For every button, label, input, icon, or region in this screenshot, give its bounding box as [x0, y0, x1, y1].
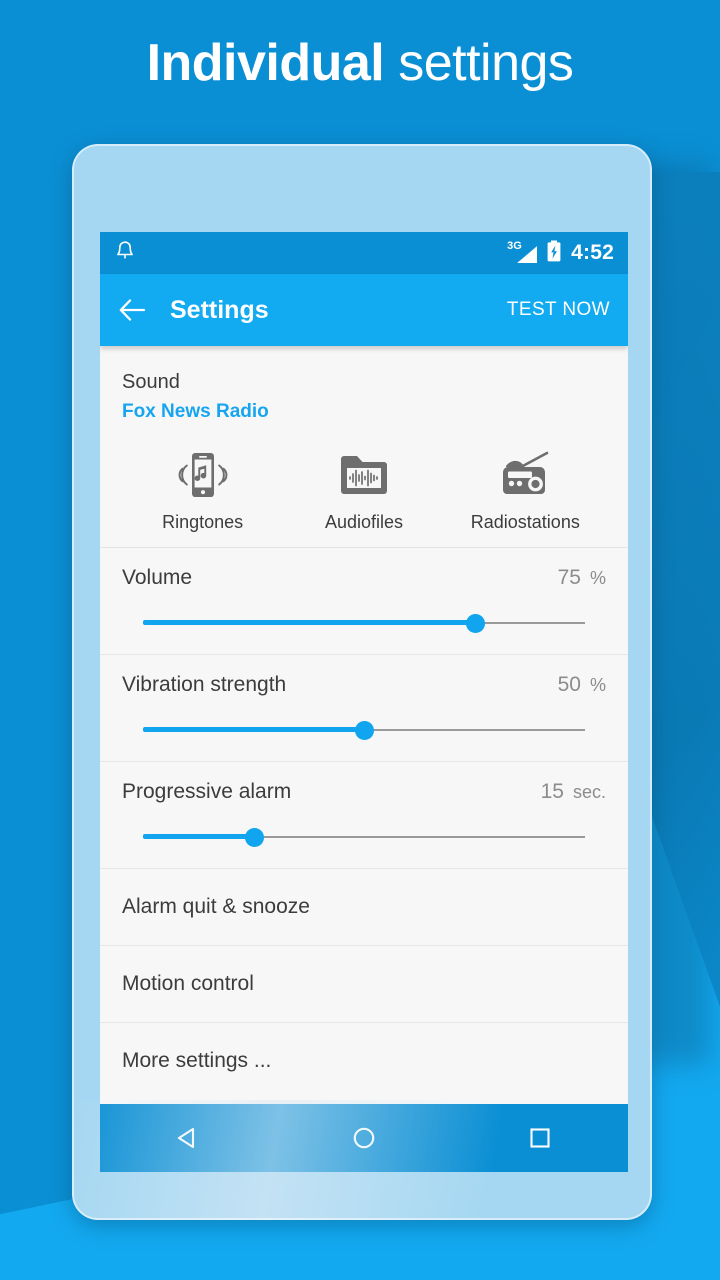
- progressive-alarm-slider[interactable]: [143, 826, 585, 848]
- folder-waveform-icon: [337, 447, 391, 503]
- settings-list: Sound Fox News Radio Ringtones Audiofile…: [100, 346, 628, 1099]
- status-bar-right: 3G 4:52: [507, 239, 614, 268]
- sound-source-radiostations[interactable]: Radiostations: [450, 447, 600, 533]
- sound-source-label: Radiostations: [470, 512, 580, 532]
- nav-back-icon[interactable]: [158, 1114, 218, 1162]
- page-title-bold: Individual: [146, 34, 385, 92]
- network-type-label: 3G: [507, 240, 522, 252]
- sound-source-ringtones[interactable]: Ringtones: [128, 447, 278, 533]
- sound-source-label: Audiofiles: [324, 512, 403, 532]
- slider-label: Volume: [122, 566, 193, 589]
- battery-charging-icon: [546, 239, 562, 268]
- test-now-button[interactable]: TEST NOW: [507, 299, 610, 321]
- sound-source-row: Ringtones Audiofiles Radiostations: [122, 447, 606, 533]
- slider-header: Vibration strength 50 %: [122, 673, 606, 697]
- back-arrow-icon[interactable]: [118, 295, 148, 325]
- slider-fill: [143, 727, 364, 732]
- slider-row-progressive-alarm: Progressive alarm 15 sec.: [100, 762, 628, 869]
- menu-item-motion-control[interactable]: Motion control: [100, 946, 628, 1023]
- status-bar-clock: 4:52: [571, 241, 614, 264]
- page-title-light: settings: [398, 34, 574, 92]
- slider-thumb[interactable]: [244, 828, 264, 847]
- sound-source-audiofiles[interactable]: Audiofiles: [289, 447, 439, 533]
- vibration-slider[interactable]: [143, 719, 585, 741]
- phone-screen: 3G 4:52 Settings TEST NOW Sound Fox News…: [100, 232, 628, 1172]
- slider-value-group: 75 %: [558, 566, 606, 590]
- signal-bars-icon: 3G: [507, 240, 538, 265]
- slider-header: Progressive alarm 15 sec.: [122, 780, 606, 804]
- slider-header: Volume 75 %: [122, 566, 606, 590]
- android-nav-bar: [100, 1104, 628, 1172]
- slider-label: Vibration strength: [122, 673, 287, 696]
- slider-unit: %: [589, 675, 606, 695]
- slider-thumb[interactable]: [465, 614, 485, 633]
- status-bar: 3G 4:52: [100, 232, 628, 274]
- app-bar-title: Settings: [170, 295, 269, 324]
- slider-value: 15: [540, 780, 564, 803]
- nav-recents-icon[interactable]: [510, 1114, 570, 1162]
- nav-home-icon[interactable]: [334, 1114, 394, 1162]
- phone-mockup: 3G 4:52 Settings TEST NOW Sound Fox News…: [72, 144, 652, 1220]
- app-bar: Settings TEST NOW: [100, 274, 628, 346]
- slider-value: 50: [557, 673, 581, 696]
- bell-icon: [114, 239, 136, 268]
- page-title: Individual settings: [0, 32, 720, 94]
- volume-slider[interactable]: [143, 612, 585, 634]
- slider-thumb[interactable]: [355, 721, 374, 740]
- slider-unit: sec.: [572, 782, 606, 802]
- phone-music-icon: [175, 447, 231, 503]
- sound-source-label: Ringtones: [162, 512, 244, 532]
- sound-selected-value[interactable]: Fox News Radio: [122, 399, 606, 425]
- slider-fill: [143, 620, 475, 625]
- slider-row-volume: Volume 75 %: [100, 548, 628, 655]
- slider-value: 75: [557, 566, 581, 589]
- sound-label: Sound: [122, 371, 180, 393]
- radio-icon: [497, 447, 553, 503]
- slider-unit: %: [589, 568, 606, 588]
- slider-value-group: 50 %: [558, 673, 606, 697]
- slider-value-group: 15 sec.: [541, 780, 606, 804]
- status-bar-left: [114, 239, 136, 268]
- menu-item-more-settings[interactable]: More settings ...: [100, 1023, 628, 1099]
- slider-label: Progressive alarm: [122, 780, 292, 803]
- slider-fill: [143, 834, 254, 839]
- sound-section: Sound Fox News Radio Ringtones Audiofile…: [100, 346, 628, 548]
- slider-row-vibration: Vibration strength 50 %: [100, 655, 628, 762]
- menu-item-alarm-quit-snooze[interactable]: Alarm quit & snooze: [100, 869, 628, 946]
